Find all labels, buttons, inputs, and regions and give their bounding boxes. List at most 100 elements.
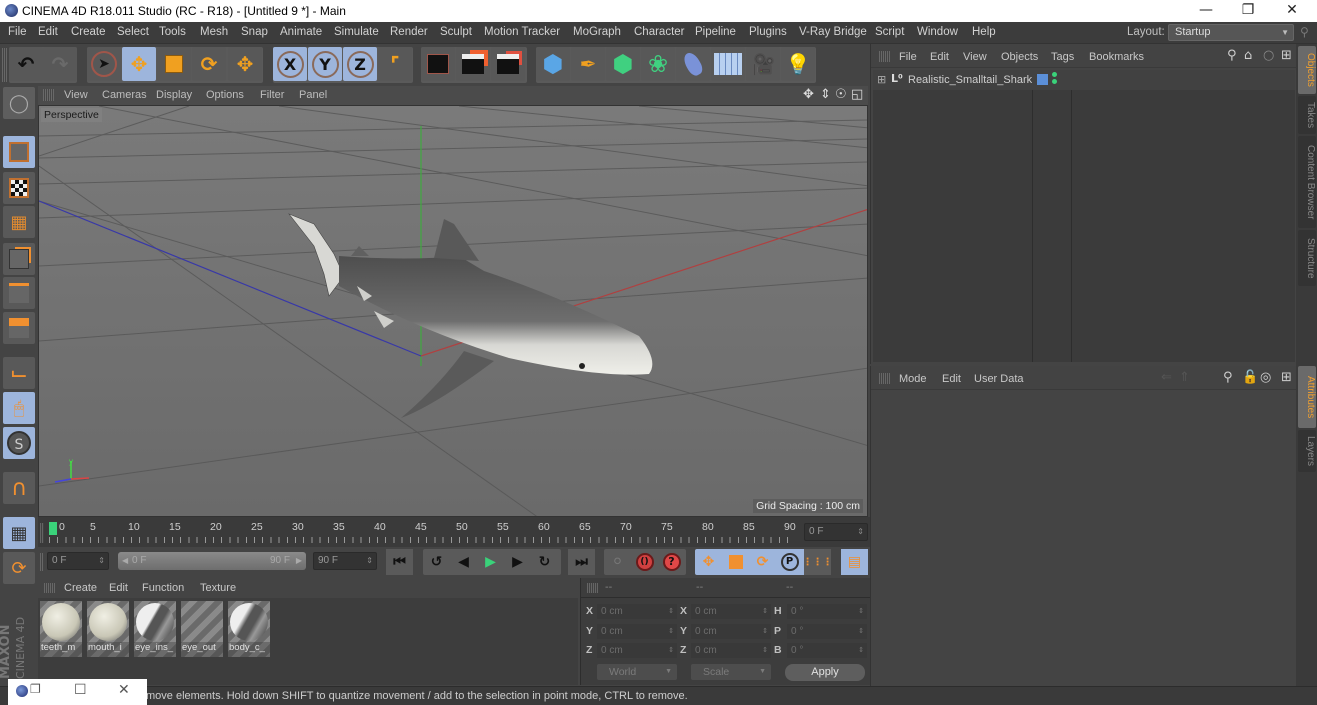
point-level-animation-button[interactable]: ⋮⋮⋮ [803,549,833,575]
rot-p-field[interactable]: 0 ° ⇕ [787,624,867,639]
subdivision-surface-button[interactable]: ⬢ [606,47,640,81]
attributes-menu-user-data[interactable]: User Data [974,373,1024,385]
up-arrow-icon[interactable]: ⇑ [1179,370,1190,385]
locked-workplane-button[interactable]: ▦ [3,517,35,549]
tab-attributes[interactable]: Attributes [1298,366,1316,428]
rot-b-field[interactable]: 0 ° ⇕ [787,643,867,658]
restore-icon[interactable]: ❐ [30,682,41,696]
editor-visibility-dot[interactable] [1052,72,1057,77]
object-name[interactable]: Realistic_Smalltail_Shark [908,74,1032,86]
range-right-arrow-icon[interactable]: ▶ [296,552,302,570]
object-row[interactable]: ⊞ L⁰ Realistic_Smalltail_Shark [873,70,1295,90]
cube-button[interactable]: ⬢ [536,47,570,81]
move-tool-button[interactable]: ✥ [122,47,156,81]
layer-color-swatch[interactable] [1037,74,1048,85]
keyframe-selection-button[interactable]: ? [658,549,685,575]
redo-button[interactable]: ↷ [43,47,77,81]
attributes-menu-edit[interactable]: Edit [942,373,961,385]
minimize-icon[interactable]: — [1184,0,1228,22]
spinner-icon[interactable]: ⇕ [98,553,105,569]
rotation-track-button[interactable]: ⟳ [749,549,776,575]
timeline-grip[interactable] [40,523,44,543]
planar-workplane-button[interactable]: ⟳ [3,552,35,584]
solo-mode-button[interactable]: S [3,427,35,459]
axis-mode-button[interactable]: ⌙ [3,357,35,389]
close-icon[interactable]: ✕ [1270,0,1314,22]
zoom-view-icon[interactable]: ⇕ [820,87,831,102]
search-icon[interactable]: ⚲ [1227,48,1237,63]
next-frame-button[interactable]: ▶ [504,549,531,575]
menu-tools[interactable]: Tools [159,26,186,38]
objects-menu-bookmarks[interactable]: Bookmarks [1089,51,1144,63]
menu-plugins[interactable]: Plugins [749,26,787,38]
cloner-button[interactable]: ❀ [641,47,675,81]
pos-x-field[interactable]: 0 cm ⇕ [597,604,677,619]
panel-grip[interactable] [43,89,54,101]
light-button[interactable]: 💡 [781,47,815,81]
apply-button[interactable]: Apply [785,664,865,681]
menu-pipeline[interactable]: Pipeline [695,26,736,38]
menu-simulate[interactable]: Simulate [334,26,379,38]
workplane-mode-button[interactable]: ▦ [3,206,35,238]
link-icon[interactable]: ○ [1263,48,1274,63]
material-swatch[interactable]: mouth_i [87,601,129,657]
menu-mesh[interactable]: Mesh [200,26,228,38]
timeline-button[interactable]: ▤ [841,549,868,575]
scale-track-button[interactable] [722,549,749,575]
menu-script[interactable]: Script [875,26,904,38]
render-settings-button[interactable] [491,47,525,81]
menu-character[interactable]: Character [634,26,685,38]
coordinate-system-button[interactable]: ⌜ [378,47,412,81]
material-menu-function[interactable]: Function [142,582,184,594]
goto-end-button[interactable]: ⏭ [568,549,595,575]
y-axis-lock-button[interactable]: Y [308,47,342,81]
viewport-menu-options[interactable]: Options [206,89,244,101]
prev-frame-button[interactable]: ◀ [450,549,477,575]
frame-range-slider[interactable]: ◀ 0 F 90 F ▶ [118,552,306,570]
spinner-icon[interactable]: ⇕ [366,553,373,569]
search-icon[interactable]: ⚲ [1300,25,1309,39]
record-keys-button[interactable]: ⚪ [604,549,631,575]
deformer-button[interactable] [676,47,710,81]
viewport-menu-view[interactable]: View [64,89,88,101]
start-frame-field[interactable]: 0 F ⇕ [47,552,109,570]
scale-tool-button[interactable] [157,47,191,81]
viewport-menu-cameras[interactable]: Cameras [102,89,147,101]
polygons-mode-button[interactable] [3,312,35,344]
menu-select[interactable]: Select [117,26,149,38]
attributes-menu-mode[interactable]: Mode [899,373,927,385]
menu-create[interactable]: Create [71,26,106,38]
new-panel-icon[interactable]: ⊞ [1281,370,1292,385]
pos-y-field[interactable]: 0 cm ⇕ [597,624,677,639]
panel-grip[interactable] [44,583,55,593]
objects-menu-objects[interactable]: Objects [1001,51,1038,63]
new-panel-icon[interactable]: ⊞ [1281,48,1292,63]
home-icon[interactable]: ⌂ [1244,48,1252,63]
edges-mode-button[interactable] [3,277,35,309]
floor-button[interactable] [711,47,745,81]
render-visibility-dot[interactable] [1052,79,1057,84]
model-mode-button[interactable] [3,136,35,168]
material-menu-edit[interactable]: Edit [109,582,128,594]
points-mode-button[interactable] [3,243,35,275]
autokeying-button[interactable]: () [631,549,658,575]
toggle-view-icon[interactable]: ◱ [851,87,863,102]
texture-mode-button[interactable] [3,172,35,204]
menu-help[interactable]: Help [972,26,996,38]
size-mode-dropdown[interactable]: Scale ▼ [691,664,771,680]
material-swatch[interactable]: eye_out [181,601,223,657]
current-frame-field[interactable]: 0 F ⇕ [804,523,868,541]
search-icon[interactable]: ⚲ [1223,370,1233,385]
rot-h-field[interactable]: 0 ° ⇕ [787,604,867,619]
move-view-icon[interactable]: ✥ [803,87,814,102]
material-swatch[interactable]: teeth_m [40,601,82,657]
menu-edit[interactable]: Edit [38,26,58,38]
menu-window[interactable]: Window [917,26,958,38]
layout-dropdown[interactable]: Startup ▼ [1168,24,1294,41]
lock-icon[interactable]: 🔓 [1242,370,1258,385]
next-keyframe-button[interactable]: ↻ [531,549,558,575]
playbar-grip[interactable] [40,553,44,571]
pen-button[interactable]: ✒ [571,47,605,81]
objects-menu-edit[interactable]: Edit [930,51,949,63]
camera-button[interactable]: 🎥 [746,47,780,81]
